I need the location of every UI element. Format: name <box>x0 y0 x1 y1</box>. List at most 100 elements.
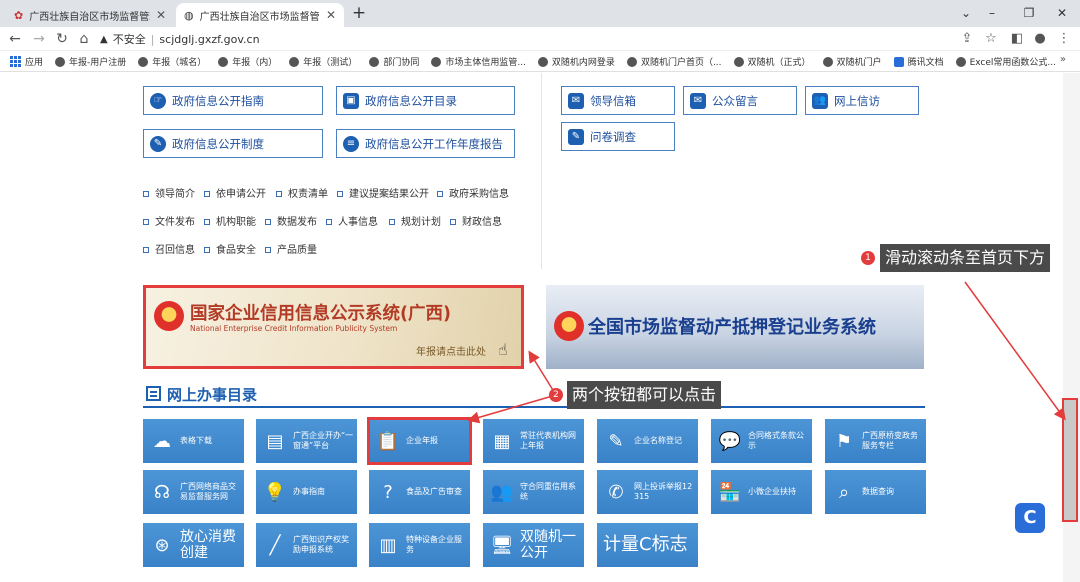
link-planning[interactable]: 规划计划 <box>389 213 441 228</box>
chat-icon: 💬 <box>718 430 742 452</box>
bookmark-item[interactable]: 年报（内） <box>218 55 277 68</box>
warning-icon: ▲ <box>100 33 108 45</box>
tile-small-business[interactable]: 🏪 小微企业扶持 <box>711 470 812 514</box>
close-icon[interactable]: ✕ <box>156 8 166 22</box>
tab-active[interactable]: ◍ 广西壮族自治区市场监督管理局网 ✕ <box>176 3 344 27</box>
link-power-list[interactable]: 权责清单 <box>276 185 328 200</box>
id-card-icon: ▤ <box>266 430 284 452</box>
movable-mortgage-banner[interactable]: 全国市场监督动产抵押登记业务系统 <box>546 285 924 369</box>
link-apply-disclosure[interactable]: 依申请公开 <box>204 185 266 200</box>
national-emblem-icon <box>154 301 184 331</box>
link-data-release[interactable]: 数据发布 <box>265 213 317 228</box>
restore-icon[interactable]: ❐ <box>1019 3 1039 23</box>
link-leader-intro[interactable]: 领导简介 <box>143 185 195 200</box>
bookmark-item[interactable]: 部门协同 <box>369 55 419 68</box>
link-personnel[interactable]: 人事信息 <box>326 213 378 228</box>
tile-gov-service-column[interactable]: ⚑ 广西原桥变政务服务专栏 <box>825 419 926 463</box>
tile-rep-office-report[interactable]: ▦ 常驻代表机构网上年报 <box>483 419 584 463</box>
bookmark-item[interactable]: 年报（城名） <box>138 55 206 68</box>
credit-publicity-banner[interactable]: 国家企业信用信息公示系统(广西) National Enterprise Cre… <box>143 285 524 369</box>
chevron-down-icon[interactable]: ⌄ <box>956 3 976 23</box>
globe-icon: ◍ <box>184 8 194 22</box>
tile-contract-credit[interactable]: 👥 守合同重信用系统 <box>483 470 584 514</box>
catalog-icon <box>146 386 161 401</box>
tile-metrology-c-mark[interactable]: 计量C标志 <box>597 523 698 567</box>
star-icon[interactable]: ☆ <box>982 29 1000 49</box>
globe-icon <box>289 56 300 67</box>
link-recall[interactable]: 召回信息 <box>143 241 195 256</box>
home-icon[interactable]: ⌂ <box>75 29 93 49</box>
bookmark-item[interactable]: 双随机门户首页（... <box>626 55 722 68</box>
url-field[interactable]: ▲ 不安全 | scjdglj.gxzf.gov.cn <box>100 29 910 49</box>
tile-business-startup[interactable]: ▤ 广西企业开办“一窗通”平台 <box>256 419 357 463</box>
bookmark-item[interactable]: 腾讯文档 <box>893 55 944 68</box>
download-icon: ☁ <box>153 430 171 452</box>
close-icon[interactable]: ✕ <box>326 8 336 22</box>
pen-icon: ✎ <box>150 135 166 152</box>
tab-inactive[interactable]: ✿ 广西壮族自治区市场监督管理局网 ✕ <box>6 3 174 27</box>
lightbulb-icon: 💡 <box>263 481 287 503</box>
bookmark-item[interactable]: 双随机（正式） <box>733 55 811 68</box>
tile-complaint-12315[interactable]: ✆ 网上投诉举报12315 <box>597 470 698 514</box>
online-petition-button[interactable]: 👥 网上信访 <box>805 86 919 115</box>
headset-icon: ☊ <box>154 481 170 503</box>
link-functions[interactable]: 机构职能 <box>204 213 256 228</box>
tile-form-download[interactable]: ☁ 表格下载 <box>143 419 244 463</box>
tile-annual-report[interactable]: 📋 企业年报 <box>367 417 472 465</box>
gov-info-catalog-button[interactable]: ▣ 政府信息公开目录 <box>336 86 515 115</box>
close-window-icon[interactable]: ✕ <box>1052 3 1072 23</box>
bookmark-item[interactable]: Excel常用函数公式... <box>955 55 1056 68</box>
link-procurement[interactable]: 政府采购信息 <box>437 185 509 200</box>
bookmarks-bar: 应用 年报-用户注册 年报（城名） 年报（内） 年报（测试） 部门协同 市场主体… <box>0 52 1080 72</box>
bookmark-item[interactable]: 双随机门户 <box>822 55 882 68</box>
monitor-icon: 🖥 <box>490 534 514 556</box>
profile-icon[interactable]: ● <box>1031 29 1049 49</box>
gov-info-guide-button[interactable]: ☞ 政府信息公开指南 <box>143 86 323 115</box>
search-icon: ⌕ <box>838 481 850 503</box>
leader-mailbox-button[interactable]: ✉ 领导信箱 <box>561 86 675 115</box>
sidepanel-icon[interactable]: ◧ <box>1008 29 1026 49</box>
link-proposal-results[interactable]: 建议提案结果公开 <box>337 185 429 200</box>
tile-name-registration[interactable]: ✎ 企业名称登记 <box>597 419 698 463</box>
pointer-hand-icon: ☝ <box>498 340 508 359</box>
tile-data-query[interactable]: ⌕ 数据查询 <box>825 470 926 514</box>
bookmarks-overflow[interactable]: » <box>1060 54 1066 65</box>
tile-ip-award[interactable]: ╱ 广西知识产权奖励申报系统 <box>256 523 357 567</box>
reload-icon[interactable]: ↻ <box>53 29 71 49</box>
bookmark-item[interactable]: 双随机内网登录 <box>537 55 615 68</box>
globe-icon <box>138 56 149 67</box>
link-documents[interactable]: 文件发布 <box>143 213 195 228</box>
tile-contract-terms[interactable]: 💬 合同格式条款公示 <box>711 419 812 463</box>
link-product-quality[interactable]: 产品质量 <box>265 241 317 256</box>
bookmark-apps[interactable]: 应用 <box>10 55 43 68</box>
tile-consumer-trust[interactable]: ⊛ 放心消费创建 <box>143 523 244 567</box>
new-tab-button[interactable]: + <box>349 3 369 23</box>
link-finance[interactable]: 财政信息 <box>450 213 502 228</box>
link-food-safety[interactable]: 食品安全 <box>204 241 256 256</box>
gov-info-system-button[interactable]: ✎ 政府信息公开制度 <box>143 129 323 158</box>
tile-online-trade-supervision[interactable]: ☊ 广西网络商品交易监督服务网 <box>143 470 244 514</box>
gov-info-annual-report-button[interactable]: ≡ 政府信息公开工作年度报告 <box>336 129 515 158</box>
minimize-icon[interactable]: – <box>982 3 1002 23</box>
mail-icon: ✉ <box>568 92 584 109</box>
tile-special-equipment[interactable]: ▥ 特种设备企业服务 <box>369 523 470 567</box>
menu-icon[interactable]: ⋮ <box>1055 29 1073 49</box>
scrollbar-thumb[interactable] <box>1062 398 1078 522</box>
share-icon[interactable]: ⇪ <box>958 29 976 49</box>
bookmark-item[interactable]: 市场主体信用监管... <box>431 55 526 68</box>
banner-title: 全国市场监督动产抵押登记业务系统 <box>588 317 876 338</box>
assistant-float-icon[interactable]: C <box>1015 503 1045 533</box>
bookmark-item[interactable]: 年报-用户注册 <box>55 55 126 68</box>
forward-icon[interactable]: → <box>30 29 48 49</box>
page-viewport: ☞ 政府信息公开指南 ▣ 政府信息公开目录 ✎ 政府信息公开制度 ≡ 政府信息公开工作年… <box>0 73 1062 582</box>
building-icon: ▥ <box>379 534 397 556</box>
tile-service-guide[interactable]: 💡 办事指南 <box>256 470 357 514</box>
survey-button[interactable]: ✎ 问卷调查 <box>561 122 675 151</box>
tile-food-ad-review[interactable]: ? 食品及广告审查 <box>369 470 470 514</box>
bookmark-item[interactable]: 年报（测试） <box>289 55 357 68</box>
public-message-button[interactable]: ✉ 公众留言 <box>683 86 797 115</box>
url-text: scjdglj.gxzf.gov.cn <box>159 32 260 46</box>
back-icon[interactable]: ← <box>6 29 24 49</box>
banner-cta: 年报请点击此处 <box>416 347 486 358</box>
tile-double-random[interactable]: 🖥 双随机一公开 <box>483 523 584 567</box>
